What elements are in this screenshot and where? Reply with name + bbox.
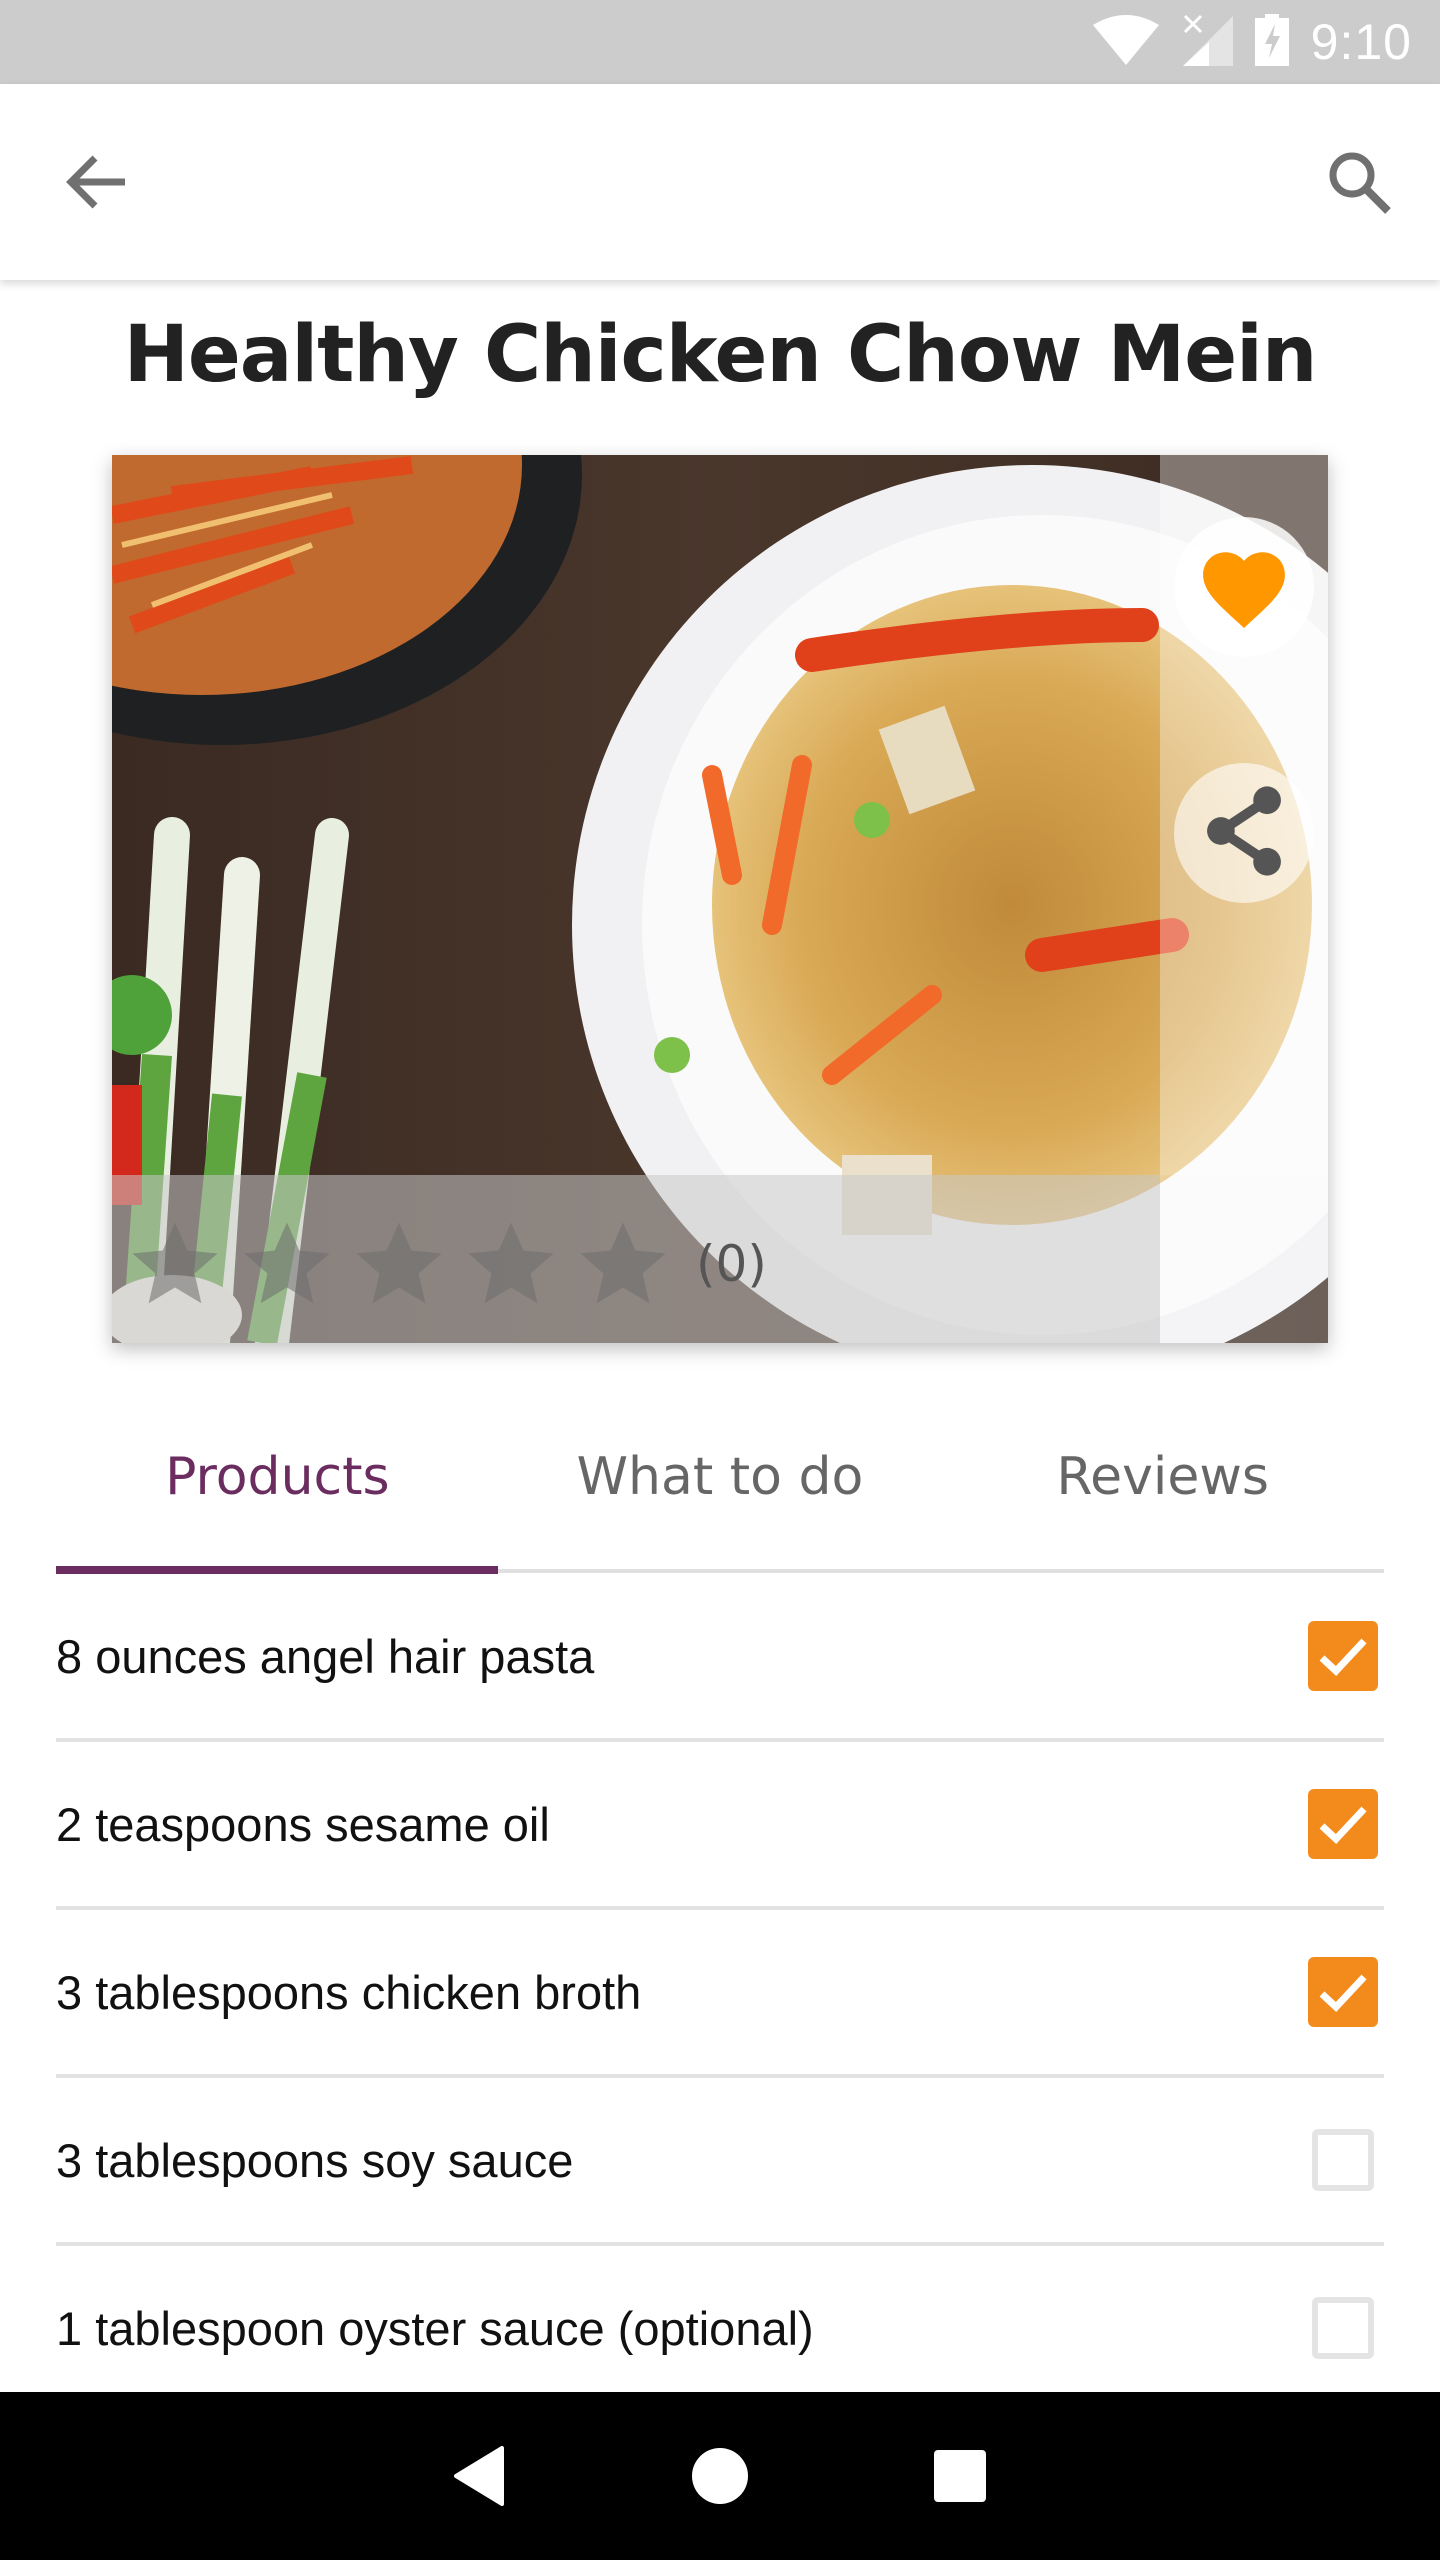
recipe-title: Healthy Chicken Chow Mein (123, 310, 1318, 400)
recipe-tabs: Products What to do Reviews (56, 1390, 1384, 1575)
ingredient-label: 8 ounces angel hair pasta (56, 1629, 595, 1683)
wifi-icon (1092, 15, 1159, 69)
ingredient-checkbox[interactable] (1308, 1621, 1378, 1691)
checkmark-icon (1319, 1806, 1367, 1844)
star-rating[interactable] (124, 1214, 674, 1316)
ingredient-label: 1 tablespoon oyster sauce (optional) (56, 2301, 814, 2355)
ingredient-checkbox[interactable] (1308, 1957, 1378, 2027)
search-icon (1326, 149, 1392, 219)
cell-signal-no-data-icon (1181, 14, 1233, 70)
arrow-back-icon (65, 154, 129, 214)
ingredient-label: 3 tablespoons soy sauce (56, 2133, 574, 2187)
nav-recents-button[interactable] (840, 2392, 1080, 2560)
tab-products[interactable]: Products (56, 1390, 499, 1575)
favorite-button[interactable] (1174, 517, 1314, 657)
ingredient-item[interactable]: 3 tablespoons chicken broth (56, 1910, 1384, 2078)
ingredient-label: 3 tablespoons chicken broth (56, 1965, 642, 2019)
checkmark-icon (1319, 1974, 1367, 2012)
star-icon[interactable] (348, 1214, 450, 1316)
rating-bar: (0) (112, 1175, 1160, 1343)
star-icon[interactable] (124, 1214, 226, 1316)
battery-charging-icon (1254, 14, 1289, 70)
back-button[interactable] (52, 144, 142, 224)
app-bar (0, 84, 1440, 280)
recipe-hero-card: (0) (112, 455, 1328, 1343)
tab-active-indicator (56, 1566, 498, 1574)
ingredient-checkbox[interactable] (1312, 2297, 1374, 2359)
search-button[interactable] (1314, 144, 1404, 224)
star-icon[interactable] (460, 1214, 562, 1316)
status-icons: 9:10 (1092, 0, 1412, 84)
share-icon (1196, 781, 1292, 885)
rating-overlay-extension (1160, 1175, 1328, 1343)
ingredient-label: 2 teaspoons sesame oil (56, 1797, 550, 1851)
status-bar: 9:10 (0, 0, 1440, 84)
ingredient-item[interactable]: 8 ounces angel hair pasta (56, 1574, 1384, 1742)
ingredient-item[interactable]: 2 teaspoons sesame oil (56, 1742, 1384, 1910)
heart-icon (1194, 540, 1294, 634)
ingredient-list: 8 ounces angel hair pasta 2 teaspoons se… (56, 1574, 1384, 2414)
status-time: 9:10 (1310, 14, 1412, 70)
ingredient-item[interactable]: 3 tablespoons soy sauce (56, 2078, 1384, 2246)
system-nav-bar (0, 2392, 1440, 2560)
star-icon[interactable] (236, 1214, 338, 1316)
home-icon (692, 2448, 748, 2504)
ingredient-item[interactable]: 1 tablespoon oyster sauce (optional) (56, 2246, 1384, 2414)
share-button[interactable] (1174, 763, 1314, 903)
checkmark-icon (1319, 1638, 1367, 1676)
tab-reviews[interactable]: Reviews (941, 1390, 1384, 1575)
back-icon (454, 2446, 504, 2506)
tab-what-to-do[interactable]: What to do (499, 1390, 942, 1575)
nav-back-button[interactable] (360, 2392, 600, 2560)
ingredient-checkbox[interactable] (1312, 2129, 1374, 2191)
nav-home-button[interactable] (600, 2392, 840, 2560)
rating-count: (0) (696, 1235, 767, 1293)
star-icon[interactable] (572, 1214, 674, 1316)
recents-icon (934, 2450, 986, 2502)
ingredient-checkbox[interactable] (1308, 1789, 1378, 1859)
